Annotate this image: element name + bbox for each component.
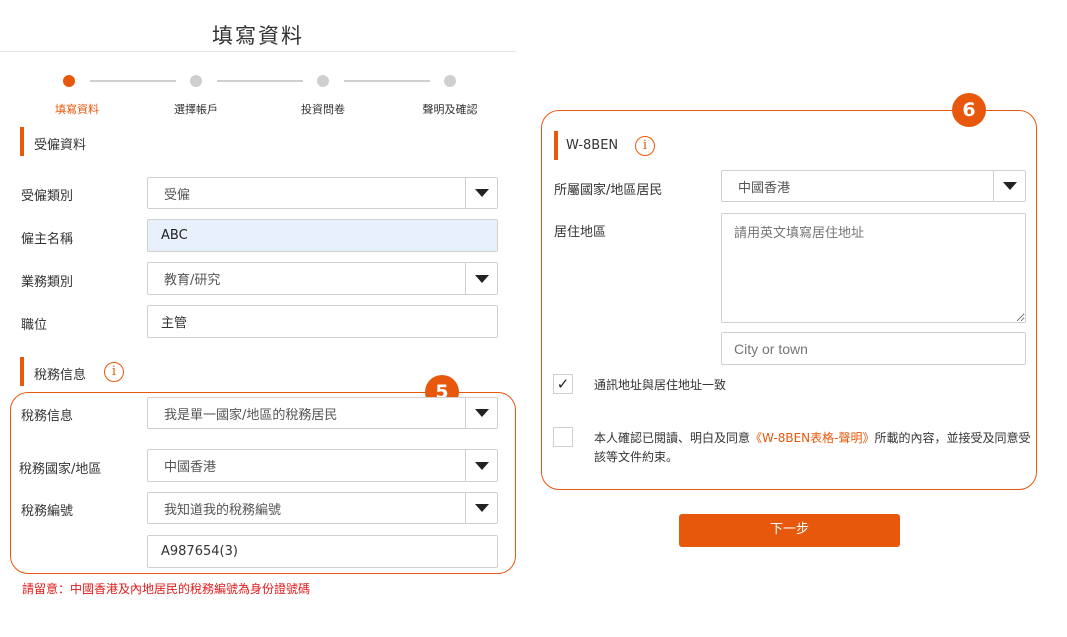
residence-country-value: 中國香港 [738,180,791,196]
tax-number-note: 請留意：中國香港及內地居民的稅務編號為身份證號碼 [22,582,311,596]
info-icon[interactable]: i [635,136,655,156]
tax-number-label: 稅務編號 [21,504,74,519]
page-title: 填寫資料 [212,24,304,48]
step-label-fill-info[interactable]: 填寫資料 [27,101,127,117]
dropdown-arrow-icon[interactable] [465,450,497,481]
employment-section-title: 受僱資料 [34,138,87,153]
section-accent-bar [20,357,24,386]
tax-country-label: 稅務國家/地區 [19,462,102,477]
tax-number-input[interactable]: A987654(3) [147,535,498,568]
tax-number-value: A987654(3) [161,544,238,559]
step-label-declaration[interactable]: 聲明及確認 [400,101,500,117]
employer-name-input[interactable]: ABC [147,219,498,252]
dropdown-arrow-icon[interactable] [465,398,497,428]
step-connector [344,80,430,82]
agree-checkbox[interactable] [553,427,573,447]
employer-name-label: 僱主名稱 [21,232,74,247]
position-value: 主管 [161,316,188,331]
w8ben-declaration-link[interactable]: 《W-8BEN表格-聲明》 [750,431,874,445]
section-accent-bar [20,127,24,156]
w8ben-section-title: W-8BEN [566,138,619,153]
same-address-label: 通訊地址與居住地址一致 [594,378,727,392]
tax-info-label: 稅務信息 [21,409,74,424]
step-label-questionnaire[interactable]: 投資問卷 [273,101,373,117]
residence-country-select[interactable]: 中國香港 [721,170,1026,202]
dropdown-arrow-icon[interactable] [465,493,497,523]
dropdown-arrow-icon[interactable] [465,263,497,294]
dropdown-arrow-icon[interactable] [993,171,1025,201]
tax-country-select[interactable]: 中國香港 [147,449,498,482]
step-connector [217,80,303,82]
position-label: 職位 [21,318,48,333]
next-button[interactable]: 下一步 [679,514,900,547]
step-dot-1 [63,75,75,87]
tax-info-select[interactable]: 我是單一國家/地區的稅務居民 [147,397,498,429]
dropdown-arrow-icon[interactable] [465,178,497,208]
agree-statement: 本人確認已閱讀、明白及同意《W-8BEN表格-聲明》所載的內容，並接受及同意受該… [594,429,1034,467]
tax-info-value: 我是單一國家/地區的稅務居民 [164,407,338,423]
employment-type-select[interactable]: 受僱 [147,177,498,209]
tax-section-title: 稅務信息 [34,368,87,383]
same-address-checkbox[interactable]: ✓ [553,374,573,394]
residence-country-label: 所屬國家/地區居民 [554,183,663,198]
step-connector [90,80,176,82]
tax-country-value: 中國香港 [164,460,217,475]
progress-stepper: 填寫資料 選擇帳戶 投資問卷 聲明及確認 [0,70,516,120]
city-input[interactable] [721,332,1026,365]
step-label-select-account[interactable]: 選擇帳戶 [146,101,246,117]
residence-address-label: 居住地區 [554,225,607,240]
business-type-label: 業務類別 [21,275,74,290]
business-type-value: 教育/研究 [164,273,221,288]
employment-type-label: 受僱類別 [21,189,74,204]
tax-number-option-select[interactable]: 我知道我的稅務編號 [147,492,498,524]
business-type-select[interactable]: 教育/研究 [147,262,498,295]
residence-address-textarea[interactable] [721,213,1026,323]
employment-type-value: 受僱 [164,187,191,203]
tax-number-option-value: 我知道我的稅務編號 [164,502,282,518]
position-input[interactable]: 主管 [147,305,498,338]
section-accent-bar [554,131,558,160]
step-dot-3 [317,75,329,87]
info-icon[interactable]: i [104,362,124,382]
step-dot-4 [444,75,456,87]
employer-name-value: ABC [161,228,188,243]
callout-badge-6: 6 [952,93,986,127]
step-dot-2 [190,75,202,87]
title-divider [0,51,516,52]
agree-prefix: 本人確認已閱讀、明白及同意 [594,431,751,445]
